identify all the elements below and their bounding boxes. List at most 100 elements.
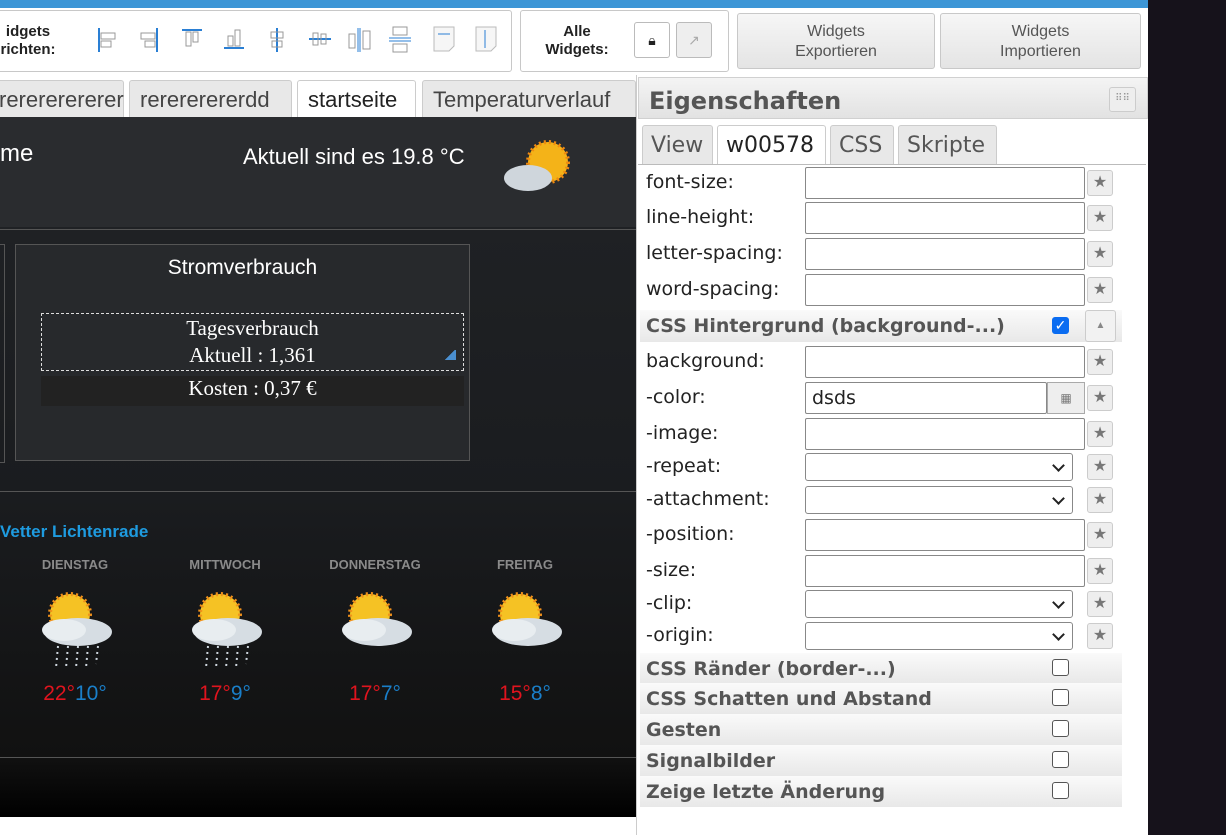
property-label: -origin: xyxy=(646,624,714,646)
sun-cloud-icon xyxy=(504,140,570,191)
property-input[interactable] xyxy=(805,555,1085,587)
favorite-button[interactable]: ★ xyxy=(1087,421,1113,447)
property-select[interactable] xyxy=(805,590,1073,618)
favorite-button[interactable]: ★ xyxy=(1087,277,1113,303)
view-tab[interactable]: rerererererdd xyxy=(129,80,292,117)
color-picker-button[interactable]: ▦ xyxy=(1047,382,1085,414)
forecast-day: FREITAG xyxy=(496,557,554,572)
all-widgets-label-line2: Widgets: xyxy=(545,41,609,58)
align-bottom-icon[interactable] xyxy=(224,29,244,49)
section-header[interactable]: Signalbilder xyxy=(640,745,1122,776)
favorite-button[interactable]: ★ xyxy=(1087,385,1113,411)
panel-tab-widget[interactable]: w00578 xyxy=(717,125,826,165)
forecast-temps: 17°7° xyxy=(315,682,435,706)
align-label: idgets richten: xyxy=(0,23,59,59)
section-checkbox[interactable] xyxy=(1052,659,1069,676)
section-header[interactable]: CSS Ränder (border-...) xyxy=(640,653,1122,684)
forecast-day: DIENSTAG xyxy=(41,557,109,572)
favorite-button[interactable]: ★ xyxy=(1087,454,1113,480)
favorite-button[interactable]: ★ xyxy=(1087,522,1113,548)
favorite-button[interactable]: ★ xyxy=(1087,205,1113,231)
property-select[interactable] xyxy=(805,486,1073,514)
page-height-icon[interactable] xyxy=(475,26,497,52)
favorite-button[interactable]: ★ xyxy=(1087,241,1113,267)
property-input[interactable]: dsds xyxy=(805,382,1047,414)
panel-tab-view[interactable]: View xyxy=(642,125,713,164)
star-icon: ★ xyxy=(1092,353,1108,370)
star-icon: ★ xyxy=(1092,425,1108,442)
temp-low: 7° xyxy=(380,682,401,705)
color-picker-icon: ▦ xyxy=(1060,391,1072,405)
property-input[interactable] xyxy=(805,202,1085,234)
section-checkbox[interactable] xyxy=(1052,720,1069,737)
favorite-button[interactable]: ★ xyxy=(1087,170,1113,196)
distribute-vertical-icon[interactable] xyxy=(389,26,411,53)
star-icon: ★ xyxy=(1092,281,1108,298)
property-input[interactable] xyxy=(805,167,1085,199)
section-header[interactable]: Gesten xyxy=(640,714,1122,745)
divider xyxy=(0,757,636,758)
chevron-up-icon: ▲ xyxy=(1095,320,1106,331)
section-background[interactable]: CSS Hintergrund (background-...) xyxy=(640,310,1122,342)
align-top-icon[interactable] xyxy=(182,29,202,47)
favorite-button[interactable]: ★ xyxy=(1087,349,1113,375)
property-label: -size: xyxy=(646,559,697,581)
property-input[interactable] xyxy=(805,418,1085,450)
view-tab[interactable]: Temperaturverlauf xyxy=(422,80,636,117)
view-tab[interactable]: rerererererer xyxy=(0,80,124,117)
temp-high: 22° xyxy=(43,682,75,705)
external-link-icon: ↗ xyxy=(688,32,700,48)
section-title: CSS Schatten und Abstand xyxy=(646,688,932,710)
section-header[interactable]: CSS Schatten und Abstand xyxy=(640,683,1122,714)
align-left-icon[interactable] xyxy=(98,28,116,52)
page-width-icon[interactable] xyxy=(433,26,455,52)
property-input[interactable] xyxy=(805,346,1085,378)
import-line2: Importieren xyxy=(1000,43,1081,60)
favorite-button[interactable]: ★ xyxy=(1087,487,1113,513)
current-temperature: Aktuell sind es 19.8 °C xyxy=(243,144,465,169)
collapse-button[interactable]: ▲ xyxy=(1085,310,1116,342)
property-label: font-size: xyxy=(646,171,734,193)
view-tab-active[interactable]: startseite xyxy=(297,80,416,117)
export-widgets-button[interactable]: Widgets Exportieren xyxy=(737,13,935,69)
section-title: CSS Ränder (border-...) xyxy=(646,658,896,680)
panel-tab-css[interactable]: CSS xyxy=(830,125,894,164)
daily-consumption-widget[interactable]: Tagesverbrauch Aktuell : 1,361 xyxy=(41,313,464,371)
background-checkbox[interactable]: ✓ xyxy=(1052,317,1069,334)
panel-tab-scripts[interactable]: Skripte xyxy=(898,125,997,164)
view-canvas xyxy=(0,117,636,817)
temp-low: 8° xyxy=(530,682,551,705)
favorite-button[interactable]: ★ xyxy=(1087,623,1113,649)
align-center-vertical-icon[interactable] xyxy=(309,32,331,46)
weather-title: Vetter Lichtenrade xyxy=(0,522,149,541)
favorite-button[interactable]: ★ xyxy=(1087,558,1113,584)
forecast-day: DONNERSTAG xyxy=(329,557,421,572)
section-title: Signalbilder xyxy=(646,750,776,772)
star-icon: ★ xyxy=(1092,491,1108,508)
section-checkbox[interactable] xyxy=(1052,751,1069,768)
align-right-icon[interactable] xyxy=(140,28,158,52)
favorite-button[interactable]: ★ xyxy=(1087,591,1113,617)
align-center-horizontal-icon[interactable] xyxy=(270,28,284,52)
property-input[interactable] xyxy=(805,274,1085,306)
lock-button[interactable]: 🔒︎ xyxy=(634,22,670,58)
desktop-background xyxy=(1148,0,1226,835)
section-checkbox[interactable] xyxy=(1052,689,1069,706)
property-select[interactable] xyxy=(805,453,1073,481)
property-select[interactable] xyxy=(805,622,1073,650)
widget-frame-left xyxy=(0,244,5,463)
distribute-horizontal-icon[interactable] xyxy=(348,28,371,52)
resize-handle-icon[interactable] xyxy=(444,350,456,360)
forecast-temps: 22°10° xyxy=(15,682,135,706)
property-input[interactable] xyxy=(805,238,1085,270)
section-header[interactable]: Zeige letzte Änderung xyxy=(640,776,1122,807)
popout-button[interactable]: ↗ xyxy=(676,22,712,58)
property-input[interactable] xyxy=(805,519,1085,551)
panel-grip-button[interactable]: ⠿⠿ xyxy=(1109,87,1136,112)
section-checkbox[interactable] xyxy=(1052,782,1069,799)
align-icons-row xyxy=(98,26,497,53)
section-title: Zeige letzte Änderung xyxy=(646,781,886,803)
property-label: -clip: xyxy=(646,592,693,614)
import-widgets-button[interactable]: Widgets Importieren xyxy=(940,13,1141,69)
star-icon: ★ xyxy=(1092,526,1108,543)
